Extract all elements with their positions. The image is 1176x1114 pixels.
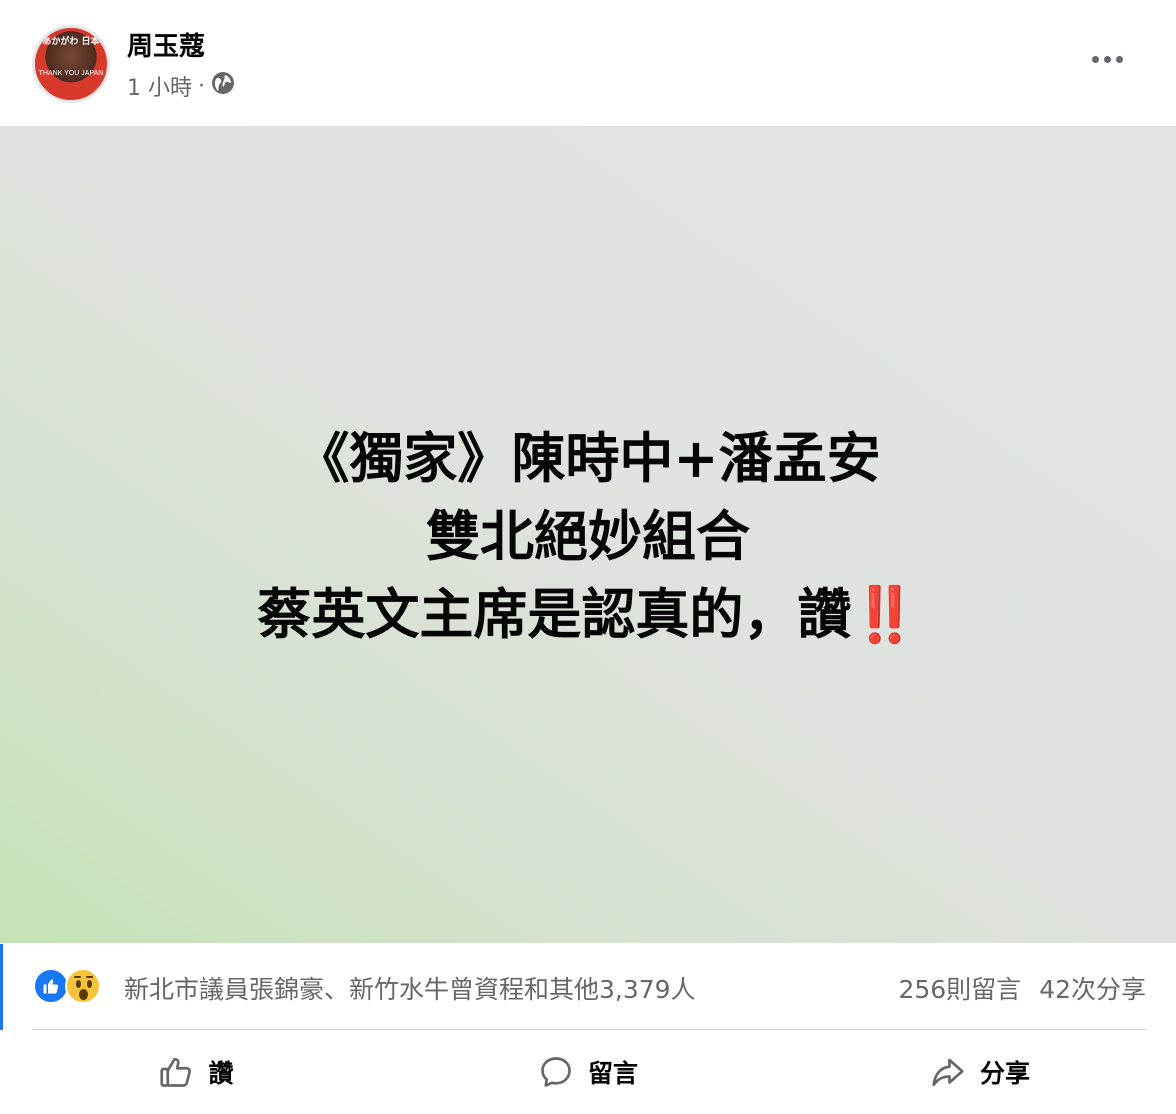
avatar-top-text: あかがわ 日本 [42, 37, 100, 47]
like-button[interactable]: 讚 [0, 1030, 392, 1114]
wow-mouth [79, 989, 88, 1000]
comment-count[interactable]: 256則留言 [898, 970, 1021, 1006]
avatar-center-text: THANK YOU JAPAN [38, 70, 104, 77]
more-dot [1103, 55, 1111, 63]
action-bar: 讚 留言 分享 [0, 1030, 1176, 1114]
comment-label: 留言 [587, 1059, 638, 1088]
share-count[interactable]: 42次分享 [1039, 970, 1146, 1006]
content-line-1: 《獨家》陳時中+潘孟安 [295, 427, 881, 490]
meta-separator: · [198, 73, 205, 99]
engagement-counts: 256則留言 42次分享 [898, 970, 1146, 1006]
post-meta: 1 小時 · [127, 70, 235, 102]
reactors-summary[interactable]: 新北市議員張錦豪、新竹水牛曾資程和其他3,379人 [124, 970, 696, 1006]
more-dots-icon [1091, 55, 1099, 63]
share-arrow-icon [930, 1054, 966, 1090]
content-line-3-text: 蔡英文主席是認真的，讚 [257, 583, 852, 646]
wow-brow [86, 976, 93, 978]
focus-accent-bar [0, 944, 3, 1030]
more-options-button[interactable] [1085, 46, 1129, 72]
post-header: あかがわ 日本 THANK YOU JAPAN 周玉蔻 1 小時 · [0, 0, 1176, 127]
share-button[interactable]: 分享 [784, 1030, 1176, 1114]
avatar[interactable]: あかがわ 日本 THANK YOU JAPAN [32, 25, 110, 103]
share-label: 分享 [979, 1059, 1030, 1088]
reaction-icons[interactable] [33, 968, 101, 1004]
globe-icon [211, 71, 235, 101]
double-exclamation-emoji: ‼️ [851, 583, 919, 646]
author-name[interactable]: 周玉蔻 [127, 26, 205, 63]
wow-eye [76, 980, 81, 988]
content-line-2: 雙北絕妙組合 [426, 505, 750, 568]
thumbs-up-icon [158, 1054, 194, 1090]
post-time[interactable]: 1 小時 [127, 70, 192, 102]
comment-button[interactable]: 留言 [392, 1030, 784, 1114]
like-label: 讚 [208, 1059, 234, 1088]
more-dot [1115, 55, 1123, 63]
comment-bubble-icon [538, 1054, 574, 1090]
wow-eye [87, 980, 92, 988]
post-content: 《獨家》陳時中+潘孟安 雙北絕妙組合 蔡英文主席是認真的，讚‼️ [0, 420, 1176, 654]
wow-reaction-icon [65, 968, 101, 1004]
content-line-3: 蔡英文主席是認真的，讚‼️ [0, 576, 1176, 654]
wow-brow [74, 976, 81, 978]
like-reaction-icon [33, 968, 69, 1004]
